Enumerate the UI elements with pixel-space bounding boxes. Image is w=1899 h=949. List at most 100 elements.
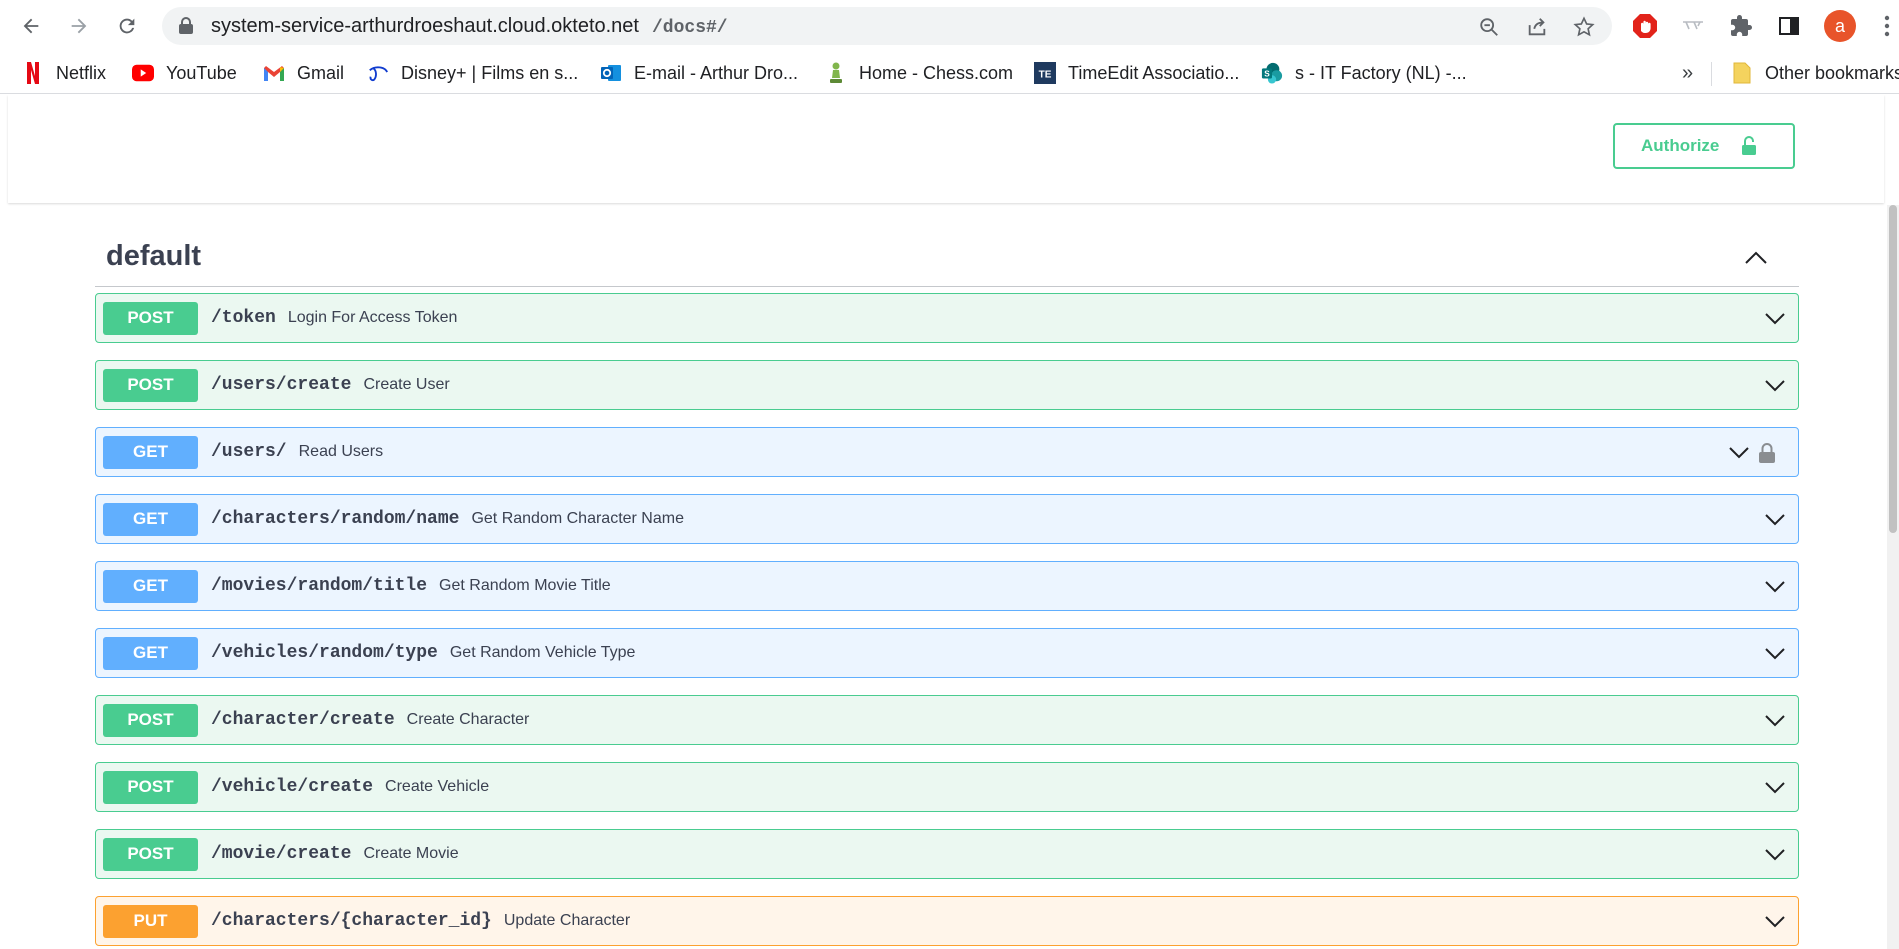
youtube-icon	[132, 62, 154, 84]
unlocked-icon	[1742, 136, 1757, 155]
operation-post-character-create[interactable]: POST /character/create Create Character	[95, 695, 1799, 745]
adblock-icon[interactable]	[1632, 13, 1658, 39]
bookmark-sharepoint[interactable]: S s - IT Factory (NL) -...	[1261, 61, 1467, 85]
bookmark-netflix[interactable]: Netflix	[22, 61, 106, 85]
chess-icon	[825, 62, 847, 84]
method-badge: POST	[103, 703, 198, 737]
share-icon[interactable]	[1526, 16, 1548, 38]
method-badge: GET	[103, 502, 198, 536]
chevron-down-icon[interactable]	[1762, 708, 1788, 734]
operation-path: /movies/random/title	[211, 576, 428, 596]
svg-text:TE: TE	[1039, 70, 1052, 81]
bookmark-gmail[interactable]: Gmail	[263, 61, 344, 85]
operation-summary: Get Random Movie Title	[439, 577, 611, 594]
forward-button[interactable]	[62, 9, 96, 43]
page-scrollbar[interactable]	[1887, 205, 1899, 949]
chevron-down-icon[interactable]	[1762, 842, 1788, 868]
disney-icon	[367, 62, 389, 84]
bookmark-label: YouTube	[166, 62, 237, 83]
section-collapse-button[interactable]	[1741, 243, 1771, 273]
chevron-down-icon[interactable]	[1762, 775, 1788, 801]
chevron-down-icon[interactable]	[1762, 574, 1788, 600]
operation-get-characters-random-name[interactable]: GET /characters/random/name Get Random C…	[95, 494, 1799, 544]
method-badge: GET	[103, 569, 198, 603]
side-panel-icon[interactable]	[1776, 13, 1802, 39]
operation-path: /characters/random/name	[211, 509, 460, 529]
bookmark-label: Gmail	[297, 62, 345, 83]
address-bar[interactable]: system-service-arthurdroeshaut.cloud.okt…	[162, 7, 1612, 45]
operation-path: /movie/create	[211, 844, 352, 864]
operation-put-characters-id[interactable]: PUT /characters/{character_id} Update Ch…	[95, 896, 1799, 946]
authorize-button[interactable]: Authorize	[1613, 123, 1795, 169]
chevron-up-icon	[1745, 251, 1767, 264]
extensions-puzzle-icon[interactable]	[1728, 13, 1754, 39]
browser-menu-icon[interactable]	[1874, 13, 1899, 39]
outlook-icon	[600, 62, 622, 84]
bookmarks-divider	[1711, 62, 1712, 86]
chevron-down-icon[interactable]	[1762, 507, 1788, 533]
operation-path: /vehicle/create	[211, 777, 374, 797]
bookmark-youtube[interactable]: YouTube	[132, 61, 237, 85]
operation-get-movies-random-title[interactable]: GET /movies/random/title Get Random Movi…	[95, 561, 1799, 611]
scrollbar-thumb[interactable]	[1889, 205, 1897, 533]
operation-summary: Create Movie	[363, 845, 459, 862]
bookmark-label: s - IT Factory (NL) -...	[1295, 62, 1467, 83]
operation-summary: Create Vehicle	[385, 778, 490, 795]
method-badge: PUT	[103, 904, 198, 938]
operation-summary: Read Users	[298, 443, 384, 460]
chevron-down-icon[interactable]	[1762, 306, 1788, 332]
operation-post-movie-create[interactable]: POST /movie/create Create Movie	[95, 829, 1799, 879]
bookmark-star-icon[interactable]	[1573, 16, 1595, 38]
method-badge: GET	[103, 636, 198, 670]
zoom-icon[interactable]	[1478, 16, 1500, 38]
bookmark-label: Netflix	[56, 62, 107, 83]
folder-icon	[1731, 62, 1753, 84]
bookmarks-overflow-button[interactable]: »	[1682, 62, 1693, 85]
operation-path: /characters/{character_id}	[211, 911, 492, 931]
chevron-down-icon[interactable]	[1726, 440, 1752, 466]
other-bookmarks[interactable]: Other bookmarks	[1731, 61, 1899, 85]
operation-post-vehicle-create[interactable]: POST /vehicle/create Create Vehicle	[95, 762, 1799, 812]
bookmark-timeedit[interactable]: TE TimeEdit Associatio...	[1034, 61, 1239, 85]
auth-panel: Authorize	[8, 95, 1884, 203]
operation-path: /character/create	[211, 710, 395, 730]
reload-icon	[119, 18, 135, 34]
url-text: system-service-arthurdroeshaut.cloud.okt…	[211, 16, 728, 38]
method-badge: POST	[103, 368, 198, 402]
forward-arrow-icon	[71, 18, 87, 34]
operation-path: /users/	[211, 442, 287, 462]
operation-get-users[interactable]: GET /users/ Read Users	[95, 427, 1799, 477]
bookmark-label: TimeEdit Associatio...	[1068, 62, 1240, 83]
bookmark-chess[interactable]: Home - Chess.com	[825, 61, 1013, 85]
chevron-down-icon[interactable]	[1762, 373, 1788, 399]
url-path: /docs#/	[651, 18, 728, 38]
gmail-icon	[263, 62, 285, 84]
operation-summary: Login For Access Token	[287, 309, 458, 326]
section-divider	[95, 286, 1799, 287]
operation-get-vehicles-random-type[interactable]: GET /vehicles/random/type Get Random Veh…	[95, 628, 1799, 678]
back-arrow-icon	[23, 18, 39, 34]
bookmark-outlook[interactable]: E-mail - Arthur Dro...	[600, 61, 798, 85]
bookmark-disney[interactable]: Disney+ | Films en s...	[367, 61, 578, 85]
other-bookmarks-label: Other bookmarks	[1765, 62, 1899, 83]
method-badge: POST	[103, 301, 198, 335]
section-title[interactable]: default	[106, 240, 201, 273]
operation-post-token[interactable]: POST /token Login For Access Token	[95, 293, 1799, 343]
operation-post-users-create[interactable]: POST /users/create Create User	[95, 360, 1799, 410]
svg-text:S: S	[1264, 70, 1270, 79]
site-lock-icon[interactable]	[178, 17, 194, 35]
reload-button[interactable]	[110, 9, 144, 43]
back-button[interactable]	[14, 9, 48, 43]
chevron-down-icon[interactable]	[1762, 909, 1788, 935]
auth-lock-icon[interactable]	[1756, 440, 1778, 466]
extension-translate-icon[interactable]	[1680, 13, 1706, 39]
method-badge: POST	[103, 770, 198, 804]
bookmarks-bar: Netflix YouTube Gmail Disney+ | Films en…	[0, 52, 1899, 94]
browser-toolbar: system-service-arthurdroeshaut.cloud.okt…	[0, 0, 1899, 52]
chevron-down-icon[interactable]	[1762, 641, 1788, 667]
sharepoint-icon: S	[1261, 62, 1283, 84]
profile-avatar[interactable]: a	[1824, 10, 1856, 42]
url-host: system-service-arthurdroeshaut.cloud.okt…	[211, 15, 639, 37]
bookmark-label: E-mail - Arthur Dro...	[634, 62, 799, 83]
operation-path: /token	[211, 308, 276, 328]
